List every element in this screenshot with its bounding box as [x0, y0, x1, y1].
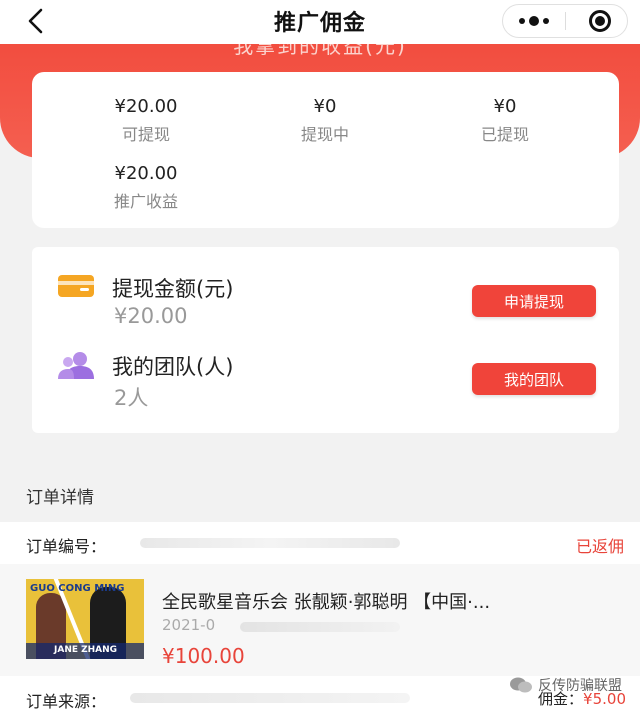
stat-amount: ¥0	[493, 96, 517, 117]
miniapp-capsule	[502, 4, 628, 38]
stat-label: 可提现	[121, 125, 170, 144]
withdraw-amount-title: 提现金额(元)	[112, 277, 234, 301]
order-status-badge: 已返佣	[575, 537, 624, 556]
stat-amount: ¥0	[313, 96, 337, 117]
stat-amount: ¥20.00	[114, 163, 178, 184]
my-team-title: 我的团队(人)	[112, 355, 234, 379]
earnings-card: ¥20.00 可提现 ¥0 提现中 ¥0 已提现 ¥20.00 推广收益	[32, 72, 619, 228]
more-options-icon[interactable]	[503, 5, 565, 37]
withdraw-amount-value: ¥20.00	[114, 304, 188, 328]
my-team-count: 2人	[114, 386, 149, 410]
order-source-redacted	[130, 693, 410, 703]
order-date: 2021-0	[162, 616, 216, 634]
order-date-redacted	[240, 622, 400, 632]
order-details-heading: 订单详情	[26, 488, 94, 508]
nav-bar: 推广佣金	[0, 0, 640, 44]
product-title: 全民歌星音乐会 张靓颖·郭聪明 【中国·...	[162, 592, 491, 613]
stat-withdrawing: ¥0 提现中	[255, 96, 395, 145]
product-thumbnail: GUO CONG MING JANE ZHANG	[26, 579, 144, 659]
stat-promotion-income: ¥20.00 推广收益	[76, 163, 216, 212]
watermark-text: 反传防骗联盟	[538, 678, 622, 694]
thumbnail-text-bottom: JANE ZHANG	[54, 645, 118, 655]
my-team-button[interactable]: 我的团队	[472, 363, 596, 395]
team-icon	[58, 352, 94, 379]
stat-label: 推广收益	[113, 192, 178, 211]
close-miniapp-icon[interactable]	[589, 10, 611, 32]
order-item[interactable]: GUO CONG MING JANE ZHANG 全民歌星音乐会 张靓颖·郭聪明…	[0, 564, 640, 676]
wechat-icon	[510, 677, 532, 693]
apply-withdraw-button[interactable]: 申请提现	[472, 285, 596, 317]
thumbnail-text-top: GUO CONG MING	[30, 583, 125, 594]
stat-withdrawn: ¥0 已提现	[435, 96, 575, 145]
stat-label: 提现中	[300, 125, 349, 144]
product-price: ¥100.00	[162, 644, 245, 668]
order-number-redacted	[140, 538, 400, 548]
stat-amount: ¥20.00	[114, 96, 178, 117]
order-number-label: 订单编号：	[26, 537, 107, 556]
stat-withdrawable: ¥20.00 可提现	[76, 96, 216, 145]
stat-label: 已提现	[480, 125, 529, 144]
banner-text-clip: 我拿到的收益(元)	[0, 44, 640, 56]
order-header: 订单编号： 已返佣	[0, 522, 640, 564]
actions-card: 提现金额(元) ¥20.00 申请提现 我的团队(人) 2人 我的团队	[32, 247, 619, 433]
wallet-icon	[58, 275, 94, 297]
banner-text: 我拿到的收益(元)	[233, 44, 407, 56]
capsule-divider	[565, 12, 566, 30]
watermark: 反传防骗联盟	[510, 675, 622, 695]
order-source-label: 订单来源：	[26, 692, 107, 711]
